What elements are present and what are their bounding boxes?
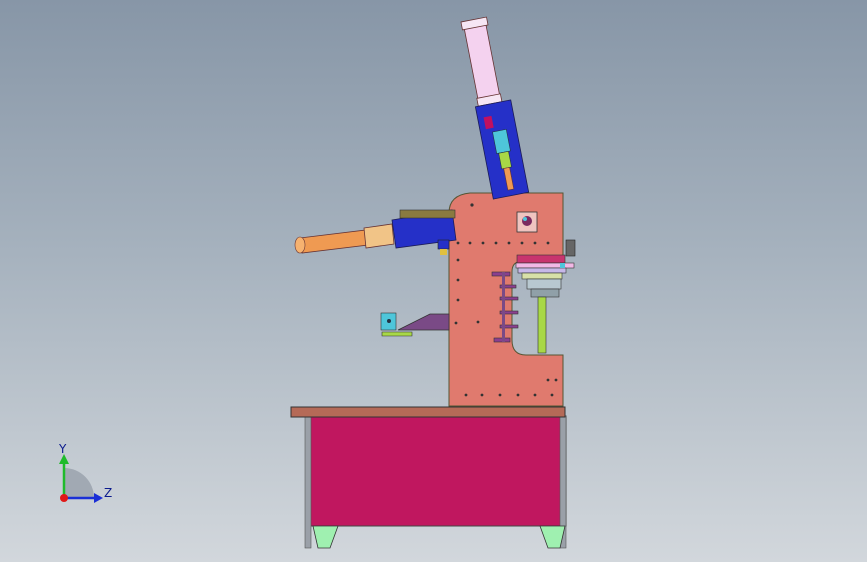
z-axis-label: Z bbox=[104, 486, 112, 500]
inclined-cylinder bbox=[460, 16, 530, 200]
c-frame bbox=[448, 192, 576, 407]
3d-viewport[interactable]: Y Z bbox=[0, 0, 867, 562]
x-axis-dot bbox=[60, 494, 68, 502]
side-bracket bbox=[380, 312, 450, 337]
left-foot bbox=[312, 525, 339, 549]
die-assembly bbox=[515, 254, 575, 354]
horizontal-cylinder bbox=[294, 209, 457, 255]
machine-base bbox=[290, 406, 567, 549]
cabinet bbox=[309, 415, 567, 527]
y-axis-label: Y bbox=[58, 442, 67, 456]
orientation-triad: Y Z bbox=[58, 442, 112, 503]
triad-plane bbox=[64, 468, 94, 498]
press-machine-model[interactable] bbox=[0, 0, 867, 562]
table-top bbox=[290, 406, 566, 418]
